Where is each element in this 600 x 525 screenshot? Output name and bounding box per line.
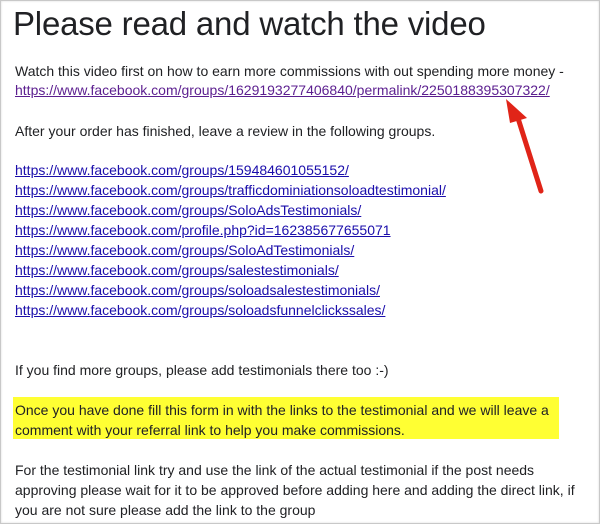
group-link-8[interactable]: https://www.facebook.com/groups/soloadsf… (15, 300, 385, 320)
review-instruction: After your order has finished, leave a r… (15, 123, 436, 139)
group-link-2[interactable]: https://www.facebook.com/groups/trafficd… (15, 180, 446, 200)
highlight-line-2: comment with your referral link to help … (15, 422, 405, 438)
document-frame: Please read and watch the video Watch th… (0, 0, 600, 524)
group-link-4[interactable]: https://www.facebook.com/profile.php?id=… (15, 220, 391, 240)
group-link-5[interactable]: https://www.facebook.com/groups/SoloAdTe… (15, 240, 354, 260)
footer-line-3: you are not sure please add the link to … (15, 502, 316, 518)
group-link-3[interactable]: https://www.facebook.com/groups/SoloAdsT… (15, 200, 361, 220)
footer-line-1: For the testimonial link try and use the… (15, 462, 535, 478)
group-link-6[interactable]: https://www.facebook.com/groups/salestes… (15, 260, 339, 280)
highlight-line-1: Once you have done fill this form in wit… (15, 402, 549, 418)
page-title: Please read and watch the video (13, 5, 486, 42)
group-link-7[interactable]: https://www.facebook.com/groups/soloadsa… (15, 280, 380, 300)
video-link[interactable]: https://www.facebook.com/groups/16291932… (15, 80, 550, 100)
more-groups-text: If you find more groups, please add test… (15, 362, 389, 378)
group-link-1[interactable]: https://www.facebook.com/groups/15948460… (15, 160, 349, 180)
intro-text: Watch this video first on how to earn mo… (15, 63, 564, 79)
footer-line-2: approving please wait for it to be appro… (15, 482, 575, 498)
